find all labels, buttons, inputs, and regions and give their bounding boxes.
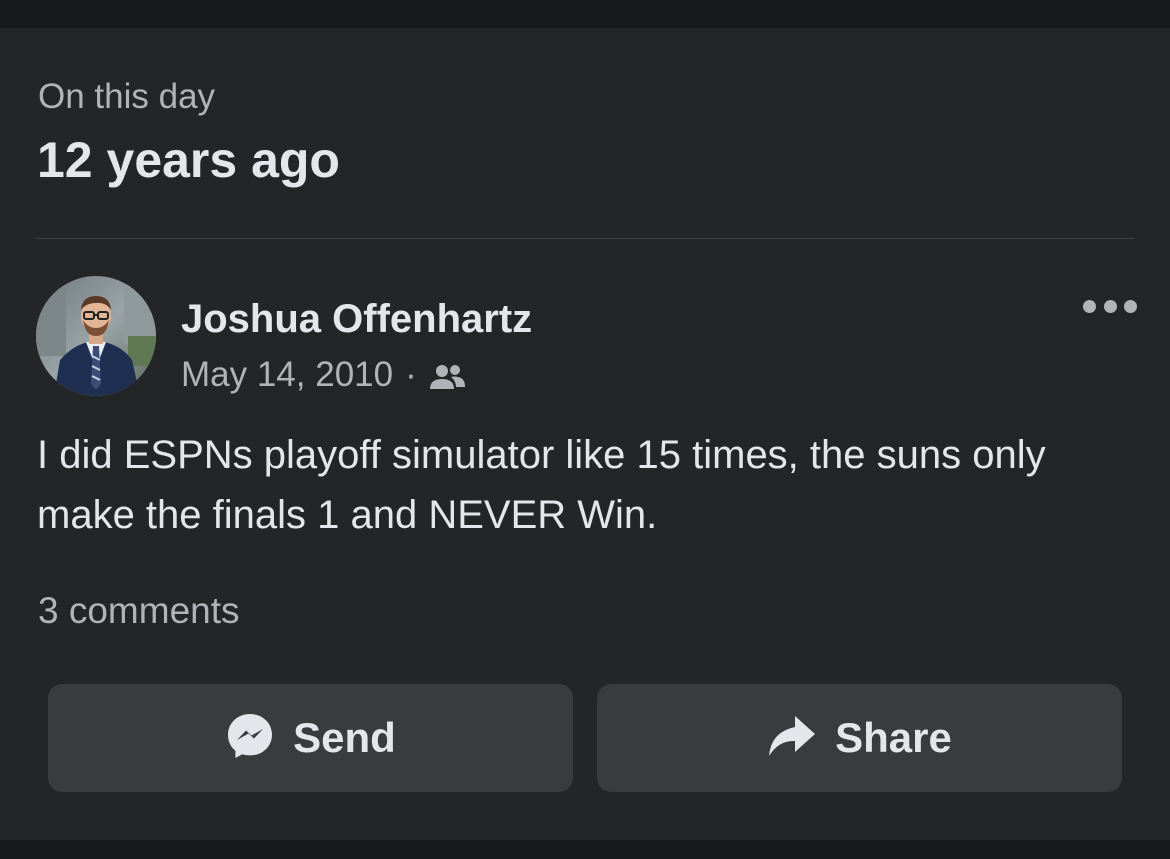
avatar-photo: [36, 276, 156, 396]
more-dot: [1103, 299, 1117, 313]
messenger-icon: [225, 711, 275, 766]
divider: [36, 238, 1134, 239]
post-date[interactable]: May 14, 2010: [181, 354, 393, 396]
send-button[interactable]: Send: [48, 684, 573, 792]
comments-count[interactable]: 3 comments: [38, 588, 240, 634]
author-name[interactable]: Joshua Offenhartz: [181, 295, 532, 343]
send-label: Send: [293, 714, 396, 761]
memory-eyebrow: On this day: [38, 77, 216, 116]
author-avatar[interactable]: [36, 276, 156, 396]
meta-separator: ·: [405, 355, 417, 394]
more-dot: [1083, 299, 1096, 313]
post-meta: May 14, 2010 ·: [181, 354, 467, 396]
share-arrow-icon: [767, 714, 817, 763]
more-options-icon[interactable]: [1083, 292, 1137, 320]
share-button[interactable]: Share: [597, 684, 1122, 792]
more-dot: [1124, 299, 1137, 313]
memory-headline: 12 years ago: [37, 132, 340, 188]
bottom-strip: [0, 840, 1170, 859]
post-text: I did ESPNs playoff simulator like 15 ti…: [37, 433, 1046, 537]
share-label: Share: [835, 714, 952, 761]
top-strip: [0, 0, 1170, 28]
friends-icon[interactable]: [429, 360, 467, 390]
